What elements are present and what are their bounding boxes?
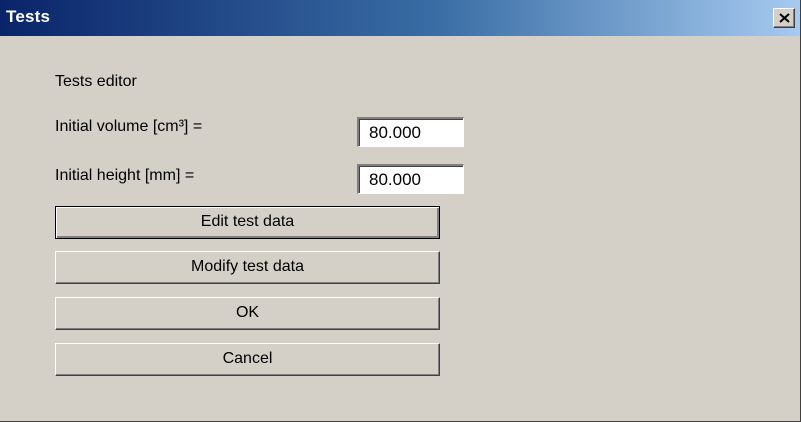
section-label: Tests editor (55, 73, 137, 90)
initial-volume-label: Initial volume [cm³] = (55, 118, 203, 135)
window-title: Tests (6, 7, 51, 26)
tests-dialog: Tests Tests editor Initial volume [cm³] … (0, 0, 801, 422)
ok-button[interactable]: OK (55, 297, 440, 330)
close-icon (779, 13, 790, 23)
edit-test-data-button[interactable]: Edit test data (55, 206, 440, 239)
initial-height-label: Initial height [mm] = (55, 167, 195, 184)
initial-height-field[interactable]: 80.000 (357, 164, 464, 194)
close-button[interactable] (773, 8, 795, 28)
modify-test-data-button[interactable]: Modify test data (55, 251, 440, 284)
title-bar[interactable]: Tests (0, 0, 800, 36)
cancel-button[interactable]: Cancel (55, 343, 440, 376)
initial-volume-field[interactable]: 80.000 (357, 117, 464, 147)
